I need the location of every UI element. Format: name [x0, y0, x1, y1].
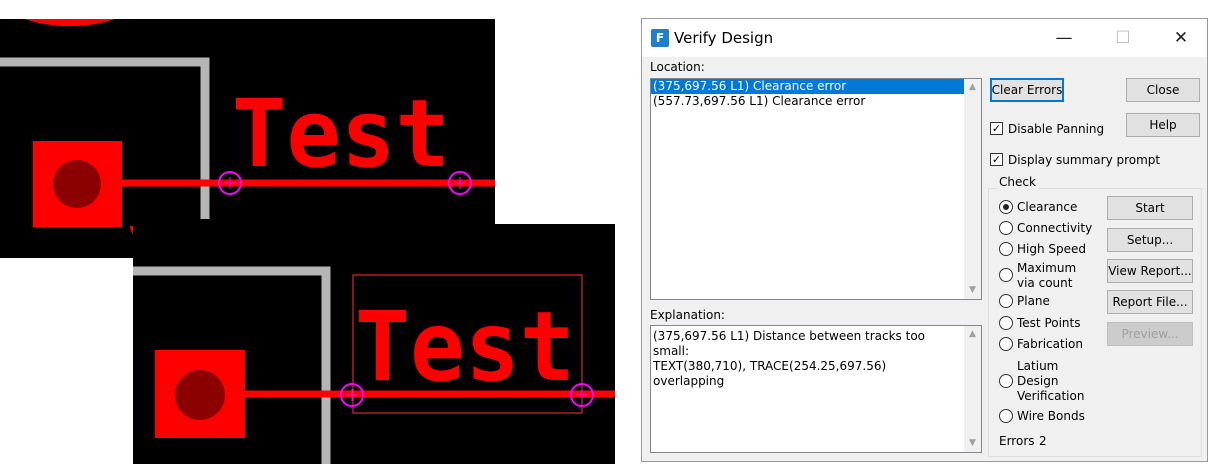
- pcb-view-top: Test: [0, 19, 495, 258]
- explanation-scrollbar[interactable]: ▲ ▼: [964, 326, 981, 452]
- pcb-pad-hole: [175, 370, 225, 420]
- radio-latium-label: Latium: [1017, 359, 1059, 373]
- radio-clearance-label: Clearance: [1017, 200, 1078, 214]
- setup-button[interactable]: Setup...: [1107, 228, 1193, 252]
- radio-test-points-label: Test Points: [1017, 316, 1081, 330]
- radio-connectivity-label: Connectivity: [1017, 221, 1093, 235]
- radio-fabrication-label: Fabrication: [1017, 337, 1083, 351]
- preview-button: Preview...: [1107, 322, 1193, 346]
- display-summary-label: Display summary prompt: [1008, 153, 1161, 167]
- radio-maximum-via-count[interactable]: [999, 268, 1013, 282]
- location-label: Location:: [650, 60, 705, 74]
- scroll-down-icon[interactable]: ▼: [964, 435, 981, 452]
- radio-plane-label: Plane: [1017, 294, 1050, 308]
- scroll-down-icon[interactable]: ▼: [964, 282, 981, 299]
- app-icon: F: [651, 29, 669, 47]
- report-file-button[interactable]: Report File...: [1107, 290, 1193, 314]
- radio-latium-label: Design: [1017, 374, 1059, 388]
- clear-errors-button[interactable]: Clear Errors: [990, 78, 1064, 102]
- check-group-label: Check: [997, 175, 1038, 189]
- display-summary-checkbox[interactable]: ✓: [990, 153, 1003, 166]
- help-button[interactable]: Help: [1126, 113, 1200, 137]
- radio-connectivity[interactable]: [999, 221, 1013, 235]
- radio-fabrication[interactable]: [999, 337, 1013, 351]
- location-scrollbar[interactable]: ▲ ▼: [964, 79, 981, 299]
- radio-wire-bonds[interactable]: [999, 409, 1013, 423]
- scroll-up-icon[interactable]: ▲: [964, 79, 981, 96]
- scroll-up-icon[interactable]: ▲: [964, 326, 981, 343]
- dialog-title: Verify Design: [674, 29, 774, 47]
- pcb-pad-hole: [53, 160, 101, 208]
- disable-panning-label: Disable Panning: [1008, 122, 1105, 136]
- close-button[interactable]: Close: [1126, 78, 1200, 102]
- radio-high-speed[interactable]: [999, 242, 1013, 256]
- errors-count: 2: [1039, 434, 1047, 448]
- disable-panning-checkbox[interactable]: ✓: [990, 122, 1003, 135]
- explanation-text: (375,697.56 L1) Distance between tracks …: [653, 329, 926, 388]
- maximize-button: ☐: [1115, 28, 1131, 48]
- radio-maximum-via-count-label: Maximum: [1017, 261, 1077, 275]
- pcb-text-label: Test: [232, 80, 450, 189]
- radio-latium-label: Verification: [1017, 389, 1085, 403]
- radio-high-speed-label: High Speed: [1017, 242, 1087, 256]
- view-report-button[interactable]: View Report...: [1107, 259, 1193, 283]
- location-list-item[interactable]: (557.73,697.56 L1) Clearance error: [651, 94, 981, 109]
- radio-latium-design-verification[interactable]: [999, 374, 1013, 388]
- minimize-button[interactable]: —: [1042, 23, 1086, 53]
- verify-design-dialog: F Verify Design — ☐ ✕ Location: (375,697…: [641, 18, 1208, 462]
- start-button[interactable]: Start: [1107, 196, 1193, 220]
- location-list-item[interactable]: (375,697.56 L1) Clearance error: [651, 79, 981, 94]
- explanation-box[interactable]: (375,697.56 L1) Distance between tracks …: [650, 325, 982, 453]
- explanation-label: Explanation:: [650, 308, 725, 322]
- radio-plane[interactable]: [999, 294, 1013, 308]
- title-bar[interactable]: F Verify Design — ☐ ✕: [642, 19, 1207, 57]
- location-list[interactable]: (375,697.56 L1) Clearance error (557.73,…: [650, 78, 982, 300]
- pcb-view-bottom: Test: [133, 224, 615, 464]
- radio-clearance[interactable]: [999, 200, 1013, 214]
- pcb-text-label: Test: [355, 291, 575, 403]
- errors-label: Errors: [999, 434, 1035, 448]
- radio-maximum-via-count-label: via count: [1017, 276, 1073, 290]
- radio-test-points[interactable]: [999, 316, 1013, 330]
- close-window-button[interactable]: ✕: [1159, 23, 1203, 53]
- radio-wire-bonds-label: Wire Bonds: [1017, 409, 1085, 423]
- radio-selected-dot: [1003, 204, 1009, 210]
